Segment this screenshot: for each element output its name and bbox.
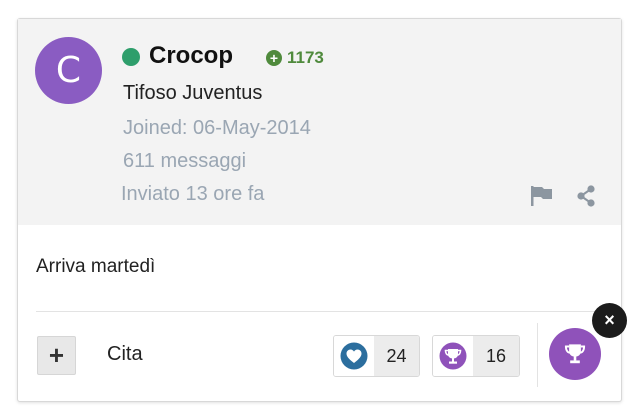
divider [537, 323, 538, 387]
reputation-badge: + 1173 [266, 48, 324, 68]
like-reaction-button[interactable]: 24 [333, 335, 420, 377]
reputation-count: 1173 [287, 48, 324, 67]
share-icon[interactable] [576, 185, 596, 207]
post-count: 611 messaggi [123, 150, 247, 172]
post-header: C Crocop + 1173 Tifoso Juventus Joined: … [18, 19, 621, 225]
react-button[interactable] [549, 328, 601, 380]
post-content: Arriva martedì [36, 256, 156, 277]
post-timestamp[interactable]: Inviato 13 ore fa [121, 183, 264, 206]
trophy-icon [564, 344, 586, 364]
username-link[interactable]: Crocop [149, 42, 233, 70]
plus-circle-icon: + [266, 50, 282, 66]
heart-icon [334, 336, 374, 376]
online-status-icon [122, 48, 140, 66]
close-button[interactable]: × [592, 303, 627, 338]
multiquote-button[interactable]: + [37, 336, 76, 375]
quote-button[interactable]: Cita [107, 343, 143, 366]
avatar[interactable]: C [35, 37, 102, 104]
trophy-count: 16 [473, 336, 519, 376]
joined-date: Joined: 06-May-2014 [123, 117, 311, 139]
trophy-icon [433, 336, 473, 376]
post-card: C Crocop + 1173 Tifoso Juventus Joined: … [17, 18, 627, 402]
trophy-reaction-button[interactable]: 16 [432, 335, 520, 377]
like-count: 24 [374, 336, 419, 376]
divider [36, 311, 603, 312]
user-rank: Tifoso Juventus [123, 82, 263, 104]
flag-icon[interactable] [531, 186, 553, 206]
